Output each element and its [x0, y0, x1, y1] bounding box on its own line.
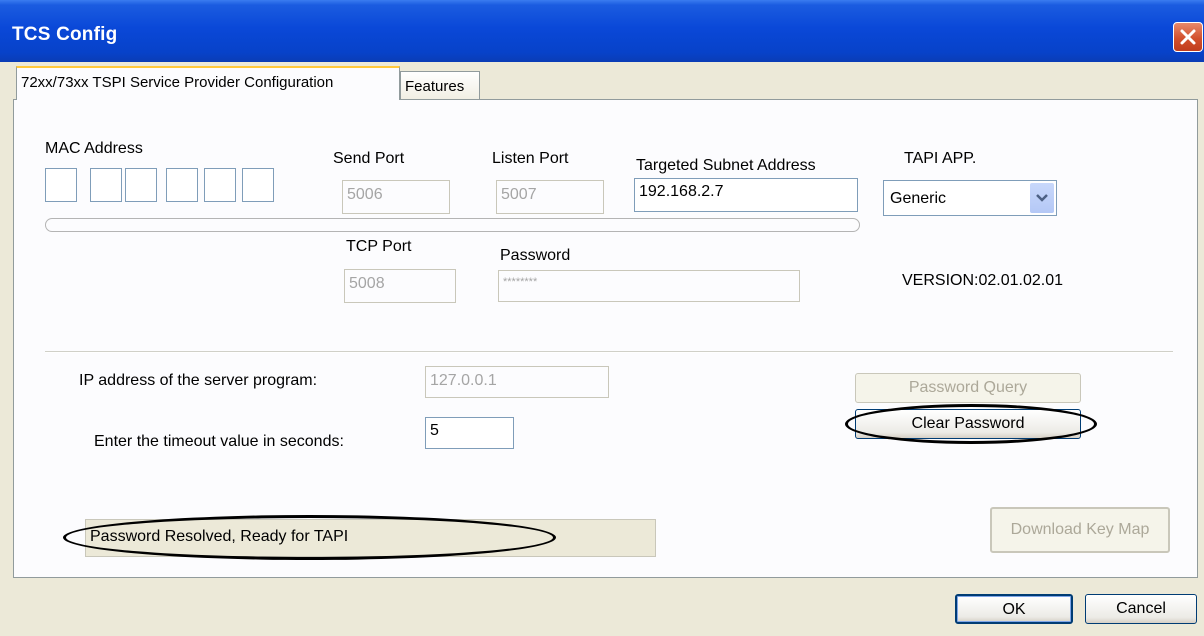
tab-features-label: Features [405, 78, 465, 95]
download-key-map-button-label: Download Key Map [1010, 521, 1150, 538]
send-port-label: Send Port [333, 150, 405, 167]
timeout-input[interactable]: 5 [425, 417, 514, 449]
tab-tspi-config-label: 72xx/73xx TSPI Service Provider Configur… [21, 74, 334, 91]
clear-password-button-label: Clear Password [911, 415, 1025, 432]
mac-address-field-1[interactable] [45, 168, 77, 202]
mac-address-field-5[interactable] [204, 168, 236, 202]
server-ip-label: IP address of the server program: [79, 372, 318, 389]
cancel-button-label: Cancel [1116, 600, 1166, 617]
close-button[interactable] [1173, 22, 1203, 52]
tapi-app-select[interactable]: Generic [883, 180, 1057, 216]
password-query-button[interactable]: Password Query [855, 373, 1081, 403]
chevron-down-icon [1036, 194, 1048, 202]
password-label: Password [500, 247, 571, 264]
tapi-app-selected: Generic [890, 190, 947, 207]
subnet-address-input[interactable]: 192.168.2.7 [634, 178, 858, 212]
password-input[interactable]: ******** [498, 270, 800, 302]
listen-port-label: Listen Port [492, 150, 569, 167]
mac-address-label: MAC Address [45, 140, 143, 157]
window-title: TCS Config [12, 24, 118, 45]
version-text: VERSION:02.01.02.01 [902, 272, 1063, 289]
cancel-button[interactable]: Cancel [1085, 594, 1197, 624]
mac-address-field-6[interactable] [242, 168, 274, 202]
download-key-map-button[interactable]: Download Key Map [990, 507, 1170, 553]
section-divider [45, 351, 1173, 353]
tab-tspi-config[interactable]: 72xx/73xx TSPI Service Provider Configur… [16, 66, 400, 100]
ok-button-label: OK [1002, 601, 1026, 618]
status-bar: Password Resolved, Ready for TAPI [85, 519, 656, 557]
tab-features[interactable]: Features [400, 71, 480, 99]
clear-password-button[interactable]: Clear Password [855, 409, 1081, 439]
subnet-address-label: Targeted Subnet Address [636, 157, 816, 174]
tapi-app-label-text: TAPI APP. [904, 150, 977, 167]
ok-button[interactable]: OK [955, 594, 1073, 624]
listen-port-input[interactable]: 5007 [496, 180, 604, 214]
timeout-label: Enter the timeout value in seconds: [94, 433, 344, 450]
tapi-app-label: TAPI APP. [904, 150, 976, 168]
title-bar[interactable]: TCS Config [0, 0, 1204, 62]
server-ip-input[interactable]: 127.0.0.1 [425, 366, 609, 398]
mac-address-field-2[interactable] [90, 168, 122, 202]
tcp-port-label: TCP Port [346, 238, 412, 255]
close-icon [1180, 29, 1196, 45]
dropdown-arrow-button[interactable] [1030, 183, 1054, 213]
send-port-input[interactable]: 5006 [342, 180, 450, 214]
mac-address-field-4[interactable] [166, 168, 198, 202]
tcp-port-input[interactable]: 5008 [344, 269, 456, 303]
mac-address-field-3[interactable] [125, 168, 157, 202]
password-query-button-label: Password Query [908, 379, 1028, 396]
progress-bar [45, 218, 860, 232]
